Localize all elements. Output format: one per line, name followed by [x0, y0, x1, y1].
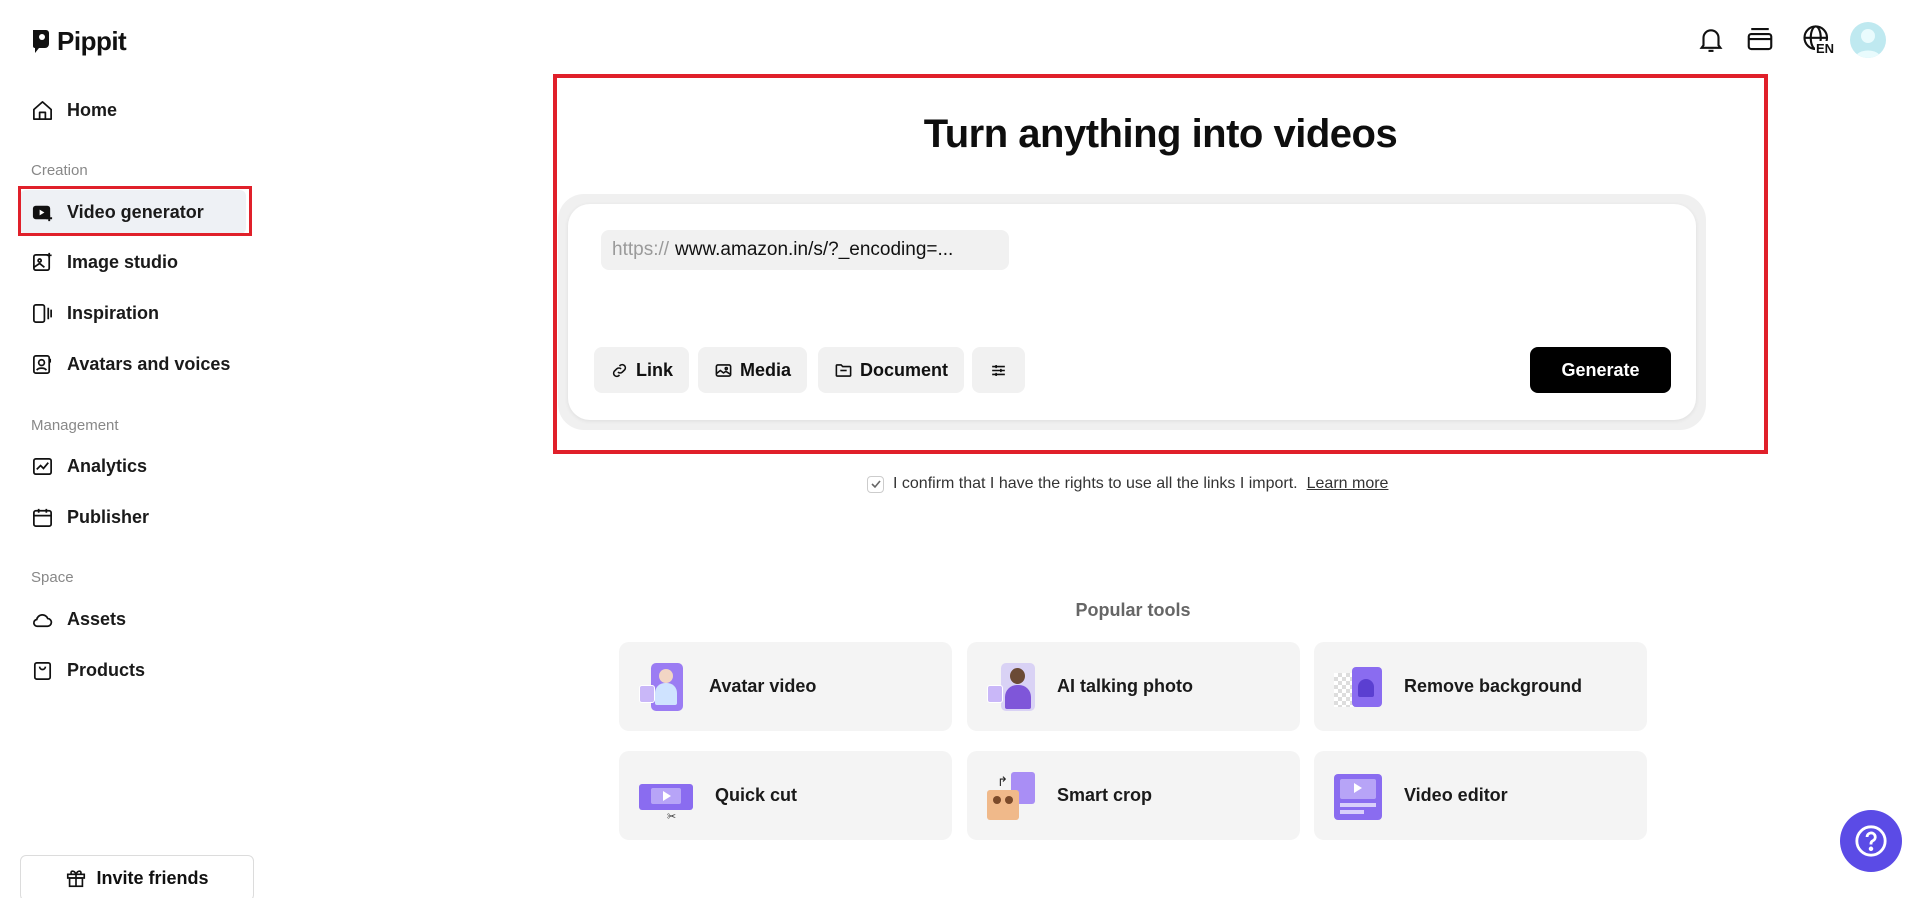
- tool-video-editor[interactable]: Video editor: [1314, 751, 1647, 840]
- pippit-logo-icon: [33, 30, 49, 53]
- language-button[interactable]: EN: [1795, 22, 1839, 56]
- sidebar-item-analytics[interactable]: Analytics: [20, 444, 246, 488]
- invite-friends-button[interactable]: Invite friends: [20, 855, 254, 898]
- avatar-voice-icon: [31, 353, 54, 376]
- bell-icon: [1699, 29, 1723, 52]
- section-label-creation: Creation: [31, 162, 88, 179]
- video-editor-thumbnail: [1332, 770, 1384, 822]
- confirm-text: I confirm that I have the rights to use …: [893, 475, 1298, 492]
- smart-crop-thumbnail: ↱: [985, 770, 1037, 822]
- popular-tools-heading: Popular tools: [1075, 600, 1191, 620]
- sidebar-item-publisher[interactable]: Publisher: [20, 495, 246, 539]
- user-avatar[interactable]: [1850, 22, 1886, 58]
- sidebar-item-label: Publisher: [67, 506, 150, 527]
- sidebar-item-label: Products: [67, 659, 146, 680]
- credits-button[interactable]: [1743, 22, 1777, 56]
- hero-highlight-frame: [553, 74, 1768, 454]
- sidebar-item-products[interactable]: Products: [20, 648, 246, 692]
- tool-ai-talking-photo[interactable]: AI talking photo: [967, 642, 1300, 731]
- tool-label: Video editor: [1404, 785, 1508, 805]
- question-mark-icon: [1855, 825, 1887, 857]
- invite-friends-label: Invite friends: [96, 867, 209, 888]
- help-button[interactable]: [1840, 810, 1902, 872]
- tool-label: Avatar video: [709, 676, 817, 696]
- sidebar-item-inspiration[interactable]: Inspiration: [20, 291, 246, 335]
- avatar-video-thumbnail: [637, 661, 689, 713]
- tool-avatar-video[interactable]: Avatar video: [619, 642, 952, 731]
- remove-background-thumbnail: [1332, 661, 1384, 713]
- sidebar-item-label: Image studio: [67, 251, 179, 272]
- tool-remove-background[interactable]: Remove background: [1314, 642, 1647, 731]
- inspiration-icon: [31, 302, 54, 325]
- section-label-space: Space: [31, 569, 74, 586]
- sidebar-item-home[interactable]: Home: [20, 88, 246, 132]
- tool-label: AI talking photo: [1057, 676, 1193, 696]
- image-studio-icon: [31, 251, 54, 274]
- section-label-management: Management: [31, 417, 119, 434]
- quick-cut-thumbnail: ✂: [637, 770, 695, 822]
- notifications-button[interactable]: [1694, 22, 1728, 56]
- home-icon: [31, 99, 54, 122]
- cloud-icon: [31, 608, 54, 631]
- rights-checkbox[interactable]: [867, 475, 884, 493]
- sidebar-item-video-generator[interactable]: Video generator: [20, 190, 246, 234]
- credits-icon: [1747, 27, 1773, 51]
- tool-label: Smart crop: [1057, 785, 1153, 805]
- analytics-icon: [31, 455, 54, 478]
- sidebar-item-label: Video generator: [67, 201, 204, 222]
- gift-icon: [67, 870, 86, 888]
- sidebar-item-image-studio[interactable]: Image studio: [20, 240, 246, 284]
- sidebar-item-assets[interactable]: Assets: [20, 597, 246, 641]
- sidebar: Pippit Home Creation Video generator Ima…: [0, 0, 260, 898]
- sidebar-item-label: Assets: [67, 608, 127, 629]
- tool-smart-crop[interactable]: ↱ Smart crop: [967, 751, 1300, 840]
- app-name: Pippit: [57, 26, 127, 56]
- tool-label: Quick cut: [715, 785, 798, 805]
- tool-label: Remove background: [1404, 676, 1583, 696]
- sidebar-item-label: Home: [67, 99, 118, 120]
- sidebar-item-avatars-voices[interactable]: Avatars and voices: [20, 342, 246, 386]
- sidebar-item-label: Inspiration: [67, 302, 160, 323]
- sidebar-item-label: Avatars and voices: [67, 353, 231, 374]
- check-icon: [870, 480, 881, 489]
- tool-quick-cut[interactable]: ✂ Quick cut: [619, 751, 952, 840]
- calendar-icon: [31, 506, 54, 529]
- video-generator-icon: [31, 201, 54, 224]
- learn-more-link[interactable]: Learn more: [1307, 475, 1389, 493]
- ai-talking-photo-thumbnail: [985, 661, 1037, 713]
- user-avatar-icon: [1855, 29, 1881, 58]
- language-code: EN: [1815, 41, 1836, 56]
- sidebar-item-label: Analytics: [67, 455, 148, 476]
- rights-confirmation: I confirm that I have the rights to use …: [867, 475, 1388, 493]
- logo[interactable]: Pippit: [31, 26, 127, 57]
- shopping-bag-icon: [31, 659, 54, 682]
